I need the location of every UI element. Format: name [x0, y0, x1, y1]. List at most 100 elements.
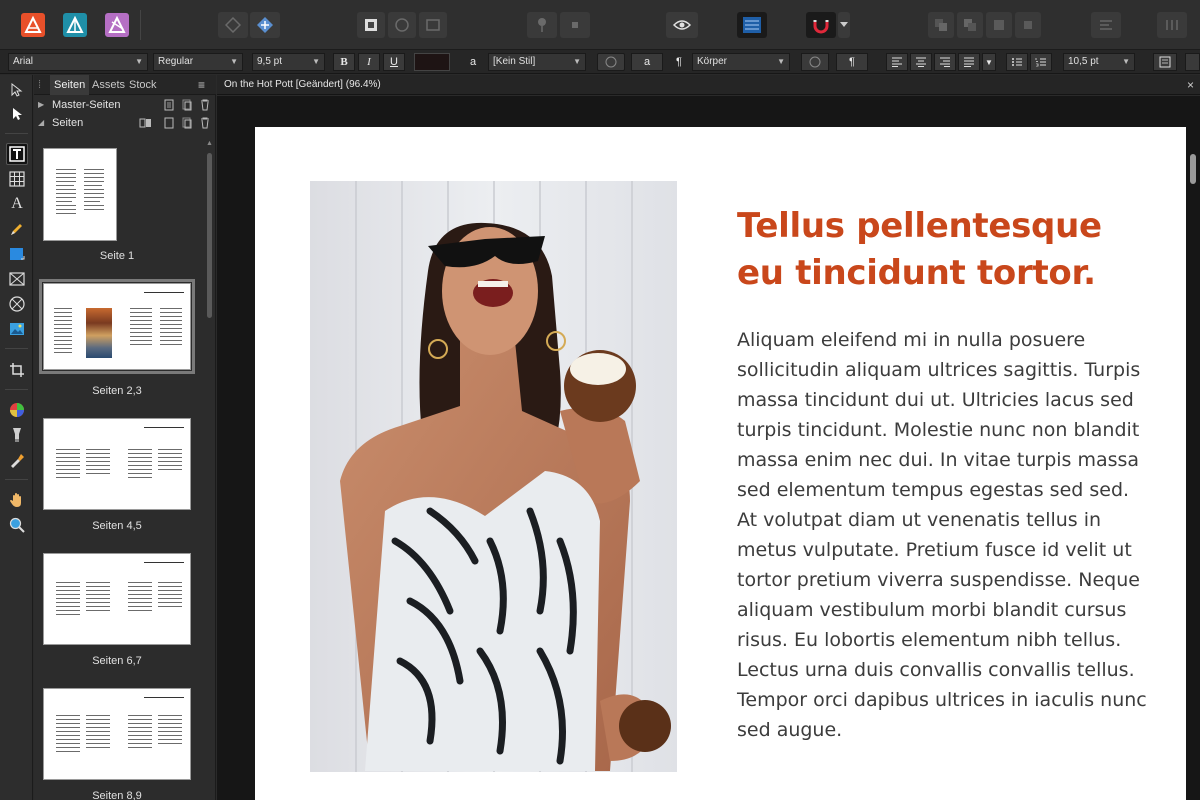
arrange-forward-icon[interactable]: [957, 12, 983, 38]
chevron-down-icon[interactable]: ◢: [38, 114, 44, 132]
arrange-front-icon[interactable]: [986, 12, 1012, 38]
font-style-select[interactable]: Regular▼: [153, 53, 243, 71]
master-pages-row[interactable]: ▶ Master-Seiten: [34, 96, 216, 114]
frame-tool-icon[interactable]: [419, 12, 447, 38]
delete-page-icon[interactable]: [200, 117, 210, 129]
character-style-select[interactable]: [Kein Stil]▼: [488, 53, 586, 71]
delete-master-icon[interactable]: [200, 99, 210, 111]
text-wrap-icon[interactable]: [737, 12, 767, 38]
hand-tool-icon[interactable]: [6, 489, 28, 511]
panel-menu-icon[interactable]: ≡: [194, 75, 209, 95]
add-master-icon[interactable]: [164, 99, 174, 111]
circle-tool-icon[interactable]: [388, 12, 416, 38]
pages-scrollbar[interactable]: ▲: [204, 137, 214, 800]
bullet-list-icon[interactable]: [1006, 53, 1028, 71]
document-scrollbar[interactable]: [1187, 130, 1200, 800]
snapping-dropdown-icon[interactable]: [838, 12, 850, 38]
document-scrollbar-thumb[interactable]: [1190, 154, 1196, 184]
page-thumbnail-1[interactable]: [43, 148, 117, 241]
thumbnail-image: [86, 308, 112, 358]
arrange-top-icon[interactable]: [1015, 12, 1041, 38]
bold-button[interactable]: B: [333, 53, 355, 71]
node-tool-icon[interactable]: [6, 103, 28, 125]
article-body-text[interactable]: Aliquam eleifend mi in nulla posuere sol…: [737, 325, 1149, 745]
page-thumbnail-label: Seiten 8,9: [34, 790, 200, 800]
document-canvas[interactable]: Tellus pellentesque eu tincidunt tortor.…: [217, 96, 1200, 800]
chevron-down-icon: ▼: [1122, 54, 1130, 70]
place-image-tool-icon[interactable]: [6, 318, 28, 340]
font-size-value: 9,5 pt: [257, 56, 282, 67]
pages-scrollbar-thumb[interactable]: [207, 153, 212, 318]
underline-button[interactable]: U: [383, 53, 405, 71]
fill-tool-icon[interactable]: [6, 399, 28, 421]
transparency-tool-icon[interactable]: [6, 424, 28, 446]
font-size-field[interactable]: 9,5 pt▼: [252, 53, 325, 71]
tab-stock[interactable]: Stock: [125, 75, 161, 95]
square-small-icon[interactable]: [560, 12, 590, 38]
studio-link-icon[interactable]: [250, 12, 280, 38]
scroll-up-icon[interactable]: ▲: [206, 140, 213, 147]
duplicate-master-icon[interactable]: [182, 99, 192, 111]
document-tab[interactable]: On the Hot Pott [Geändert] (96.4%) ×: [217, 75, 1200, 95]
article-headline[interactable]: Tellus pellentesque eu tincidunt tortor.: [737, 203, 1157, 297]
designer-persona-icon[interactable]: [60, 12, 90, 38]
assistant-icon[interactable]: [218, 12, 248, 38]
zoom-tool-icon[interactable]: [6, 514, 28, 536]
align-center-icon[interactable]: [910, 53, 932, 71]
pages-row[interactable]: ◢ Seiten: [34, 114, 216, 132]
pin-icon[interactable]: [527, 12, 557, 38]
picture-frame-rect-tool-icon[interactable]: [6, 268, 28, 290]
align-left-icon[interactable]: [886, 53, 908, 71]
publisher-persona-icon[interactable]: [18, 12, 48, 38]
picture-frame-ellipse-tool-icon[interactable]: [6, 293, 28, 315]
character-style-options-icon[interactable]: [597, 53, 625, 71]
pen-tool-icon[interactable]: [6, 218, 28, 240]
page-thumbnail-4-5[interactable]: [43, 418, 191, 510]
color-picker-tool-icon[interactable]: [6, 449, 28, 471]
paragraph-style-select[interactable]: Körper▼: [692, 53, 790, 71]
preflight-icon[interactable]: [357, 12, 385, 38]
tab-assets[interactable]: Assets: [88, 75, 129, 95]
page-thumbnail-2-3[interactable]: [43, 283, 191, 370]
chevron-down-icon: ▼: [135, 54, 143, 70]
page-thumbnail-8-9[interactable]: [43, 688, 191, 780]
text-frame-options-icon[interactable]: [1153, 53, 1177, 71]
add-page-icon[interactable]: [164, 117, 174, 129]
master-pages-label: Master-Seiten: [52, 96, 120, 114]
chevron-right-icon[interactable]: ▶: [38, 96, 44, 114]
leading-field[interactable]: 10,5 pt▼: [1063, 53, 1135, 71]
crop-tool-icon[interactable]: [6, 359, 28, 381]
italic-button[interactable]: I: [358, 53, 380, 71]
more-options-icon[interactable]: [1185, 53, 1200, 71]
spread-view-icon[interactable]: [139, 117, 153, 129]
text-color-swatch[interactable]: [414, 53, 450, 71]
arrange-back-icon[interactable]: [928, 12, 954, 38]
align-icon[interactable]: [1091, 12, 1121, 38]
paragraph-style-apply-button[interactable]: ¶: [836, 53, 868, 71]
tab-pages[interactable]: Seiten: [50, 75, 89, 95]
duplicate-page-icon[interactable]: [182, 117, 192, 129]
frame-text-tool-icon[interactable]: [6, 143, 28, 165]
panel-grip-icon[interactable]: ⁞: [34, 75, 46, 95]
paragraph-style-options-icon[interactable]: [801, 53, 829, 71]
justify-icon[interactable]: [958, 53, 980, 71]
photo-frame[interactable]: [310, 181, 677, 772]
align-right-icon[interactable]: [934, 53, 956, 71]
justify-dropdown-icon[interactable]: ▼: [982, 53, 996, 71]
table-tool-icon[interactable]: [6, 168, 28, 190]
rectangle-tool-icon[interactable]: [6, 243, 28, 265]
font-family-select[interactable]: Arial▼: [8, 53, 148, 71]
move-tool-icon[interactable]: [6, 79, 28, 101]
snapping-magnet-icon[interactable]: [806, 12, 836, 38]
close-document-icon[interactable]: ×: [1187, 75, 1194, 95]
tools-panel: A: [0, 75, 33, 800]
distribute-icon[interactable]: [1157, 12, 1187, 38]
photo-persona-icon[interactable]: [102, 12, 132, 38]
preview-eye-icon[interactable]: [666, 12, 698, 38]
tools-divider: [5, 479, 28, 480]
page-thumbnail-6-7[interactable]: [43, 553, 191, 645]
character-style-apply-button[interactable]: a: [631, 53, 663, 71]
numbered-list-icon[interactable]: [1030, 53, 1052, 71]
tools-divider: [5, 348, 28, 349]
artistic-text-tool-icon[interactable]: A: [6, 193, 28, 215]
